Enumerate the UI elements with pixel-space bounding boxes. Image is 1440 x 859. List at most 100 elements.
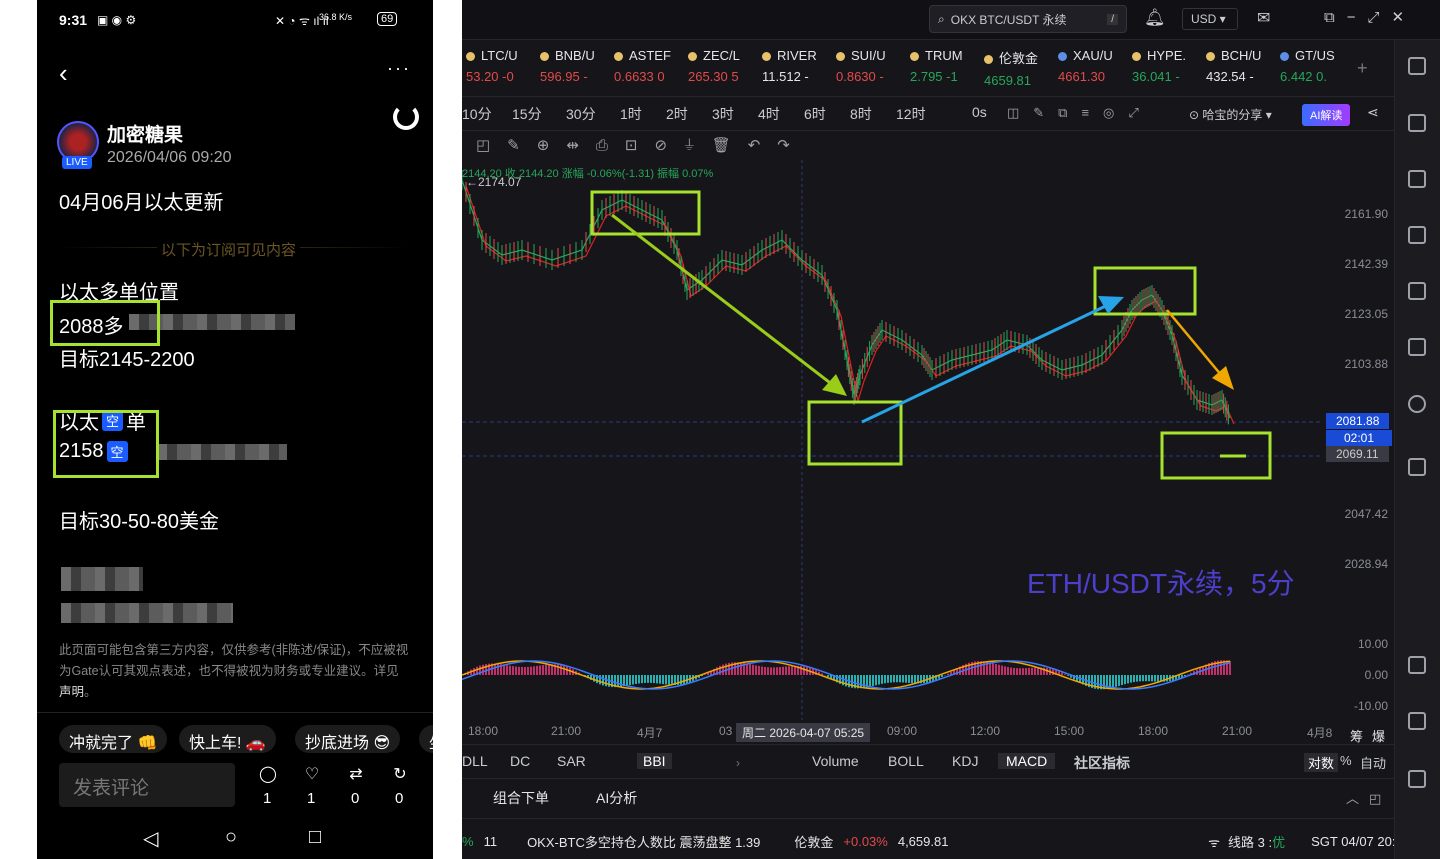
tab-timeframe[interactable]: 0s — [972, 104, 987, 120]
tab-timeframe[interactable]: 10分 — [462, 104, 492, 124]
ticker-coin-icon — [614, 52, 623, 62]
ticker-item[interactable]: HYPE. 36.041 - — [1132, 48, 1206, 84]
ticker-item[interactable]: SUI/U 0.8630 - — [836, 48, 910, 84]
right-toolbar — [1394, 40, 1440, 859]
ticker-item[interactable]: RIVER 11.512 - — [762, 48, 836, 84]
ticker-name: 伦敦金 — [984, 48, 1058, 67]
toolbar-icon[interactable] — [1408, 770, 1426, 788]
share-icon[interactable]: ⋖ — [1367, 104, 1379, 121]
drawing-tools[interactable]: ◰✎⊕⇹⎙⊡⊘⏚🗑︎↶↷ — [476, 136, 807, 154]
ticker-item[interactable]: BNB/U 596.95 - — [540, 48, 614, 84]
like-icon[interactable]: ♡ — [303, 764, 321, 784]
highlight-box — [53, 410, 159, 478]
arrow-down — [611, 213, 843, 394]
tab-combo-order[interactable]: 组合下单 — [493, 788, 549, 808]
quick-reply-chip[interactable]: 快上车! 🚗 — [179, 725, 276, 753]
search-input[interactable]: ⌕ OKX BTC/USDT 永续 / — [929, 5, 1127, 33]
tab-timeframe[interactable]: 2时 — [666, 104, 688, 124]
tab-timeframe[interactable]: 3时 — [712, 104, 734, 124]
quick-reply-chip[interactable]: 冲就完了 👊 — [59, 725, 168, 753]
tab-timeframe[interactable]: 8时 — [850, 104, 872, 124]
tab-timeframe[interactable]: 30分 — [566, 104, 596, 124]
ticker-item[interactable]: GT/US 6.442 0. — [1280, 48, 1354, 84]
chart-watermark: ETH/USDT永续，5分 — [1027, 568, 1295, 599]
ticker-item[interactable]: ZEC/L 265.30 5 — [688, 48, 762, 84]
quick-reply-chip[interactable]: 坐 — [419, 725, 433, 753]
toolbar-icon[interactable] — [1408, 458, 1426, 476]
chevron-right-icon[interactable]: › — [736, 756, 740, 770]
ticker-price: 432.54 - — [1206, 69, 1254, 84]
ticker-item[interactable]: LTC/U 53.20 -0 — [466, 48, 540, 84]
time-axis-label: 21:00 — [1222, 724, 1253, 738]
toolbar-icon[interactable] — [1408, 57, 1426, 75]
ticker-item[interactable]: BCH/U 432.54 - — [1206, 48, 1280, 84]
more-icon[interactable]: ··· — [387, 58, 411, 79]
refresh-icon[interactable] — [393, 104, 419, 130]
repost-icon[interactable]: ⇄ — [347, 764, 365, 784]
scale-option[interactable]: 对数 — [1304, 753, 1339, 772]
nav-recent-icon[interactable]: □ — [309, 826, 321, 849]
mail-icon[interactable]: ✉ — [1257, 8, 1270, 28]
ticker-item[interactable]: 伦敦金 4659.81 — [984, 48, 1058, 88]
scale-option[interactable]: 自动 — [1360, 753, 1386, 772]
toolbar-icon[interactable] — [1408, 712, 1426, 730]
toolbar-icon[interactable] — [1408, 114, 1426, 132]
bell-icon[interactable]: 🔔︎ — [1144, 8, 1166, 28]
indicator-tab[interactable]: KDJ — [952, 753, 978, 769]
chips-tab[interactable]: 筹 — [1350, 726, 1363, 745]
indicator-tab[interactable]: SAR — [557, 753, 586, 769]
ticker-price: 53.20 -0 — [466, 69, 514, 84]
indicator-tab[interactable]: DLL — [462, 753, 488, 769]
toolbar-icon[interactable] — [1408, 282, 1426, 300]
candlestick-chart[interactable] — [462, 160, 1394, 720]
panel-controls[interactable]: ︿◰ — [1346, 788, 1391, 807]
ticker-coin-icon — [466, 52, 475, 62]
nav-back-icon[interactable]: ◁ — [143, 826, 158, 851]
add-ticker-icon[interactable]: + — [1357, 58, 1368, 79]
currency-select[interactable]: USD ▾ — [1182, 8, 1238, 30]
indicator-tab[interactable]: BBI — [637, 753, 672, 769]
toolbar-icon[interactable] — [1408, 338, 1426, 356]
author-name[interactable]: 加密糖果 — [107, 120, 183, 147]
comment-input[interactable]: 发表评论 — [59, 763, 235, 807]
time-axis-label: 18:00 — [1138, 724, 1169, 738]
nav-home-icon[interactable]: ○ — [225, 826, 237, 849]
ticker-item[interactable]: TRUM 2.795 -1 — [910, 48, 984, 84]
net-speed: 36.8 K/s — [319, 12, 353, 22]
ai-button[interactable]: AI解读 — [1302, 104, 1351, 126]
quick-reply-chip[interactable]: 抄底进场 😎 — [295, 725, 401, 753]
tab-timeframe[interactable]: 12时 — [896, 104, 926, 124]
tab-timeframe[interactable]: 1时 — [620, 104, 642, 124]
ticker-coin-icon — [1206, 52, 1215, 62]
tab-timeframe[interactable]: 15分 — [512, 104, 542, 124]
indicator-tab[interactable]: Volume — [812, 753, 859, 769]
ticker-name: LTC/U — [466, 48, 540, 63]
liquidation-tab[interactable]: 爆 — [1372, 726, 1385, 745]
indicator-tab[interactable]: MACD — [998, 753, 1056, 769]
comment-icon[interactable]: ◯ — [259, 764, 277, 784]
ticker-coin-icon — [836, 52, 845, 62]
indicator-tab[interactable]: DC — [510, 753, 530, 769]
tab-timeframe[interactable]: 6时 — [804, 104, 826, 124]
disclaimer-link[interactable]: 声明 — [59, 685, 84, 699]
price-axis-label: 2161.90 — [1344, 207, 1388, 221]
back-icon[interactable]: ‹ — [59, 58, 68, 89]
scale-option[interactable]: % — [1340, 753, 1352, 768]
ticker-coin-icon — [984, 55, 993, 65]
ticker-item[interactable]: XAU/U 4661.30 — [1058, 48, 1132, 84]
ticker-item[interactable]: ASTEF 0.6633 0 — [614, 48, 688, 84]
toolbar-icon[interactable] — [1408, 395, 1426, 413]
toolbar-icon[interactable] — [1408, 656, 1426, 674]
tab-ai-analysis[interactable]: AI分析 — [596, 788, 637, 808]
window-controls[interactable]: ⧉−⤢✕ — [1324, 8, 1416, 26]
indicator-tab[interactable]: BOLL — [888, 753, 924, 769]
toolbar-icon[interactable] — [1408, 170, 1426, 188]
time-axis-label: 03 — [719, 724, 733, 738]
tab-timeframe[interactable]: 4时 — [758, 104, 780, 124]
share-button[interactable]: ⊙ 哈宝的分享 ▾ — [1189, 106, 1272, 123]
chart-high: ←2174.07 — [466, 175, 522, 189]
share-icon[interactable]: ↻ — [391, 764, 409, 784]
indicator-tab[interactable]: 社区指标 — [1074, 753, 1130, 773]
toolbar-icon[interactable] — [1408, 226, 1426, 244]
tool-icons[interactable]: ◫✎⧉≡◎⤢ — [1007, 105, 1153, 121]
